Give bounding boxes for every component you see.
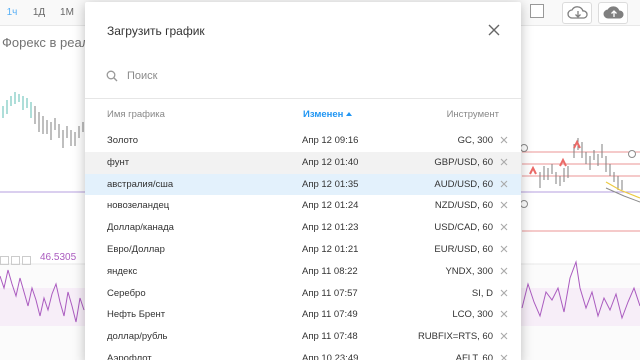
delete-icon[interactable] bbox=[500, 201, 508, 209]
instrument-symbol: LCO, 300 bbox=[452, 309, 493, 321]
instrument-symbol: NZD/USD, 60 bbox=[434, 200, 493, 212]
modified-date: Апр 11 07:49 bbox=[302, 309, 358, 321]
modified-date: Апр 11 07:57 bbox=[302, 287, 358, 299]
delete-icon[interactable] bbox=[500, 245, 508, 253]
column-header-name[interactable]: Имя графика bbox=[107, 109, 165, 120]
instrument-symbol: YNDX, 300 bbox=[445, 265, 493, 277]
dialog-title: Загрузить график bbox=[107, 24, 205, 38]
table-row[interactable]: яндекс Апр 11 08:22 YNDX, 300 bbox=[85, 261, 521, 283]
table-header: Имя графика Изменен Инструмент bbox=[85, 106, 521, 124]
instrument-symbol: AFLT, 60 bbox=[455, 352, 493, 360]
table-row[interactable]: новозеландец Апр 12 01:24 NZD/USD, 60 bbox=[85, 195, 521, 217]
table-row[interactable]: Аэрофлот Апр 10 23:49 AFLT, 60 bbox=[85, 348, 521, 360]
chart-name: доллар/рубль bbox=[107, 331, 168, 343]
load-chart-dialog: Загрузить график Имя графика Изменен Инс… bbox=[85, 2, 521, 360]
chart-list: Золото Апр 12 09:16 GC, 300 фунт Апр 12 01:4… bbox=[85, 130, 521, 360]
table-row[interactable]: Доллар/канада Апр 12 01:23 USD/CAD, 60 bbox=[85, 217, 521, 239]
table-row[interactable]: Золото Апр 12 09:16 GC, 300 bbox=[85, 130, 521, 152]
chart-name: Золото bbox=[107, 135, 139, 146]
chart-name: яндекс bbox=[107, 265, 138, 277]
modified-date: Апр 10 23:49 bbox=[302, 352, 359, 360]
modified-date: Апр 12 01:35 bbox=[302, 178, 359, 190]
column-header-instrument[interactable]: Инструмент bbox=[447, 109, 499, 120]
delete-icon[interactable] bbox=[500, 267, 508, 275]
modified-date: Апр 12 01:24 bbox=[302, 200, 359, 212]
instrument-symbol: RUBFIX=RTS, 60 bbox=[417, 331, 493, 343]
sort-ascending-icon bbox=[346, 112, 353, 116]
table-row[interactable]: доллар/рубль Апр 11 07:48 RUBFIX=RTS, 60 bbox=[85, 326, 521, 348]
close-icon[interactable] bbox=[486, 22, 502, 38]
column-header-modified-label: Изменен bbox=[303, 109, 344, 120]
instrument-symbol: AUD/USD, 60 bbox=[434, 178, 493, 190]
delete-icon[interactable] bbox=[500, 223, 508, 231]
chart-name: австралия/сша bbox=[107, 178, 174, 190]
chart-name: Аэрофлот bbox=[107, 352, 152, 360]
delete-icon[interactable] bbox=[500, 310, 508, 318]
delete-icon[interactable] bbox=[500, 180, 508, 188]
delete-icon[interactable] bbox=[500, 289, 508, 297]
table-row[interactable]: фунт Апр 12 01:40 GBP/USD, 60 bbox=[85, 151, 521, 174]
delete-icon[interactable] bbox=[500, 332, 508, 340]
modified-date: Апр 12 09:16 bbox=[302, 135, 359, 146]
delete-icon[interactable] bbox=[500, 158, 508, 166]
modified-date: Апр 12 01:21 bbox=[302, 243, 359, 255]
search-input[interactable] bbox=[127, 67, 487, 85]
table-row[interactable]: Евро/Доллар Апр 12 01:21 EUR/USD, 60 bbox=[85, 239, 521, 261]
table-row[interactable]: австралия/сша Апр 12 01:35 AUD/USD, 60 bbox=[85, 173, 521, 196]
modified-date: Апр 11 08:22 bbox=[302, 265, 358, 277]
instrument-symbol: SI, D bbox=[471, 287, 493, 299]
delete-icon[interactable] bbox=[500, 354, 508, 360]
instrument-symbol: GBP/USD, 60 bbox=[434, 156, 493, 168]
modified-date: Апр 12 01:23 bbox=[302, 222, 359, 234]
modified-date: Апр 12 01:40 bbox=[302, 156, 359, 168]
table-row[interactable]: Нефть Брент Апр 11 07:49 LCO, 300 bbox=[85, 304, 521, 326]
chart-name: Евро/Доллар bbox=[107, 243, 165, 255]
instrument-symbol: GC, 300 bbox=[457, 135, 493, 146]
search-bar bbox=[85, 54, 521, 99]
search-icon bbox=[106, 70, 118, 82]
chart-name: Серебро bbox=[107, 287, 146, 299]
instrument-symbol: USD/CAD, 60 bbox=[434, 222, 493, 234]
modified-date: Апр 11 07:48 bbox=[302, 331, 358, 343]
chart-name: новозеландец bbox=[107, 200, 170, 212]
chart-name: Доллар/канада bbox=[107, 222, 174, 234]
column-header-modified[interactable]: Изменен bbox=[303, 109, 353, 120]
delete-icon[interactable] bbox=[500, 136, 508, 144]
instrument-symbol: EUR/USD, 60 bbox=[434, 243, 493, 255]
table-row[interactable]: Серебро Апр 11 07:57 SI, D bbox=[85, 283, 521, 305]
chart-name: фунт bbox=[107, 156, 130, 168]
chart-name: Нефть Брент bbox=[107, 309, 166, 321]
